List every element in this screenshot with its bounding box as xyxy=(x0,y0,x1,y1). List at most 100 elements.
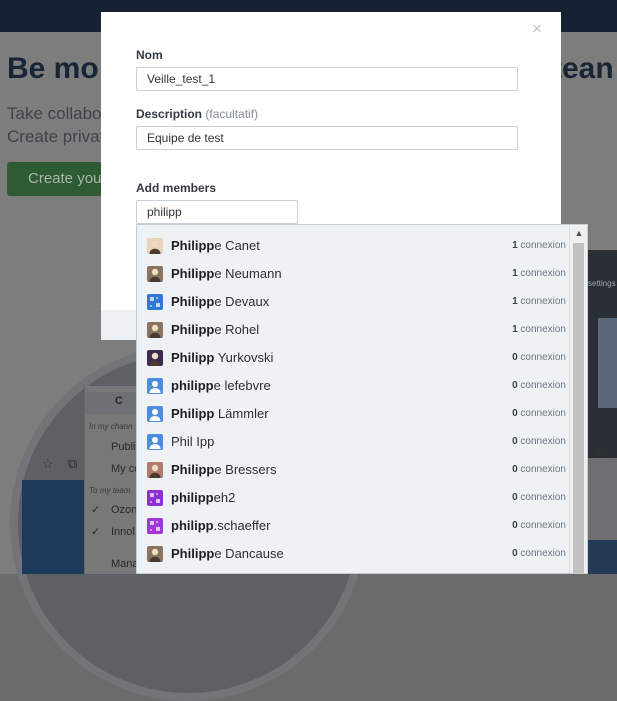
background-panel-tab: C xyxy=(115,395,123,407)
external-link-icon: ⧉ xyxy=(68,456,78,471)
avatar xyxy=(147,238,163,254)
scroll-up-icon[interactable]: ▲ xyxy=(570,225,587,241)
suggestion-name: Philippe Devaux xyxy=(171,294,269,309)
avatar xyxy=(147,518,163,534)
connection-count: 0 connexion xyxy=(512,492,566,503)
connection-count-unit: connexion xyxy=(517,268,566,279)
connection-count: 0 connexion xyxy=(512,380,566,391)
add-members-input[interactable] xyxy=(136,200,298,224)
suggestion-item[interactable]: Philippe Bressers 0 connexion xyxy=(137,456,569,484)
avatar xyxy=(147,378,163,394)
add-members-label: Add members xyxy=(136,181,217,195)
background-panel-item: Ozon xyxy=(111,504,138,516)
connection-count: 0 connexion xyxy=(512,436,566,447)
background-right-blue xyxy=(586,540,617,574)
connection-count: 1 connexion xyxy=(512,240,566,251)
suggestion-name-rest: e Bressers xyxy=(214,462,277,477)
background-panel-item: Publi xyxy=(111,441,136,453)
suggestion-name: Philippe Rohel xyxy=(171,322,259,337)
suggestion-name-match: Philipp xyxy=(171,238,215,253)
avatar xyxy=(147,322,163,338)
suggestion-name-match: philipp xyxy=(171,378,214,393)
suggestion-name-rest: e Neumann xyxy=(214,266,282,281)
background-panel-item: Innol xyxy=(111,526,135,538)
connection-count-unit: connexion xyxy=(517,436,566,447)
description-optional-text: (facultatif) xyxy=(205,107,259,121)
suggestion-item[interactable]: Philippe Neumann 1 connexion xyxy=(137,260,569,288)
suggestion-name: Philippe Canet xyxy=(171,238,260,253)
dropdown-scrollbar[interactable]: ▲ xyxy=(569,225,587,573)
connection-count-unit: connexion xyxy=(517,520,566,531)
background-subtitle-1: Take collabo xyxy=(7,104,102,123)
star-icon: ☆ xyxy=(42,456,54,471)
suggestion-name-rest: e Devaux xyxy=(214,294,270,309)
suggestion-item[interactable]: philippeh2 0 connexion xyxy=(137,484,569,512)
background-create-button: Create you xyxy=(7,162,102,196)
connection-count-unit: connexion xyxy=(517,296,566,307)
check-icon: ✓ xyxy=(91,504,101,516)
suggestion-name-rest: e lefebvre xyxy=(213,378,271,393)
background-panel-item: Mana xyxy=(111,558,139,570)
suggestion-item[interactable]: philipp.schaeffer 0 connexion xyxy=(137,512,569,540)
connection-count: 0 connexion xyxy=(512,352,566,363)
connection-count-unit: connexion xyxy=(517,492,566,503)
suggestion-name: Philippe Bressers xyxy=(171,462,276,477)
suggestion-name: Philipp Yurkovski xyxy=(171,350,273,365)
background-right-box xyxy=(598,318,617,408)
connection-count-unit: connexion xyxy=(517,464,566,475)
suggestion-name-rest: Lämmler xyxy=(214,406,269,421)
background-heading: Be mo xyxy=(7,52,99,85)
suggestion-name-match: Philipp xyxy=(171,294,215,309)
connection-count: 0 connexion xyxy=(512,464,566,475)
name-label: Nom xyxy=(136,48,163,62)
avatar xyxy=(147,406,163,422)
suggestion-name: Philipp Lämmler xyxy=(171,406,269,421)
connection-count: 0 connexion xyxy=(512,548,566,559)
avatar xyxy=(147,350,163,366)
suggestion-item[interactable]: Phil Ipp 0 connexion xyxy=(137,428,569,456)
suggestion-item[interactable]: Philipp Lämmler 0 connexion xyxy=(137,400,569,428)
connection-count-unit: connexion xyxy=(517,352,566,363)
suggestion-name-match: Philipp xyxy=(171,546,215,561)
suggestion-name-match: Philipp xyxy=(171,462,215,477)
suggestion-item[interactable]: Philipp Yurkovski 0 connexion xyxy=(137,344,569,372)
suggestion-name-rest: e Dancause xyxy=(214,546,284,561)
connection-count: 1 connexion xyxy=(512,268,566,279)
avatar xyxy=(147,434,163,450)
background-heading-right: tean xyxy=(552,52,614,85)
close-icon[interactable]: × xyxy=(532,20,542,37)
avatar xyxy=(147,266,163,282)
scrollbar-thumb[interactable] xyxy=(573,243,584,573)
member-suggestions-dropdown: Philippe Canet 1 connexion Philippe Neuman… xyxy=(136,224,588,574)
description-field[interactable] xyxy=(136,126,518,150)
description-label-text: Description xyxy=(136,107,203,121)
check-icon: ✓ xyxy=(91,526,101,538)
suggestion-name: Phil Ipp xyxy=(171,434,214,449)
suggestion-name-match: philipp xyxy=(171,490,214,505)
connection-count: 1 connexion xyxy=(512,324,566,335)
background-right-text: h l xyxy=(596,448,608,460)
avatar xyxy=(147,490,163,506)
background-subtitle-2: Create private xyxy=(7,127,114,146)
suggestion-item[interactable]: philippe lefebvre 0 connexion xyxy=(137,372,569,400)
suggestion-item[interactable]: Philippe Devaux 1 connexion xyxy=(137,288,569,316)
avatar xyxy=(147,294,163,310)
connection-count-unit: connexion xyxy=(517,548,566,559)
suggestion-name-rest: e Canet xyxy=(214,238,260,253)
connection-count-unit: connexion xyxy=(517,408,566,419)
suggestion-name: Philippe Neumann xyxy=(171,266,282,281)
avatar xyxy=(147,462,163,478)
avatar xyxy=(147,546,163,562)
connection-count-unit: connexion xyxy=(517,240,566,251)
background-settings-text: settings xyxy=(588,279,616,288)
suggestion-name-rest: e Rohel xyxy=(214,322,260,337)
suggestion-name: philipp.schaeffer xyxy=(171,518,270,533)
suggestion-item[interactable]: Philippe Canet 1 connexion xyxy=(137,232,569,260)
suggestion-name-rest: .schaeffer xyxy=(213,518,271,533)
suggestion-item[interactable]: Philippe Dancause 0 connexion xyxy=(137,540,569,568)
suggestion-item[interactable]: Philippe Rohel 1 connexion xyxy=(137,316,569,344)
background-panel-section: In my chann xyxy=(89,422,133,431)
name-field[interactable] xyxy=(136,67,518,91)
background-panel-section: To my team xyxy=(89,486,131,495)
suggestion-name-rest: Yurkovski xyxy=(214,350,274,365)
